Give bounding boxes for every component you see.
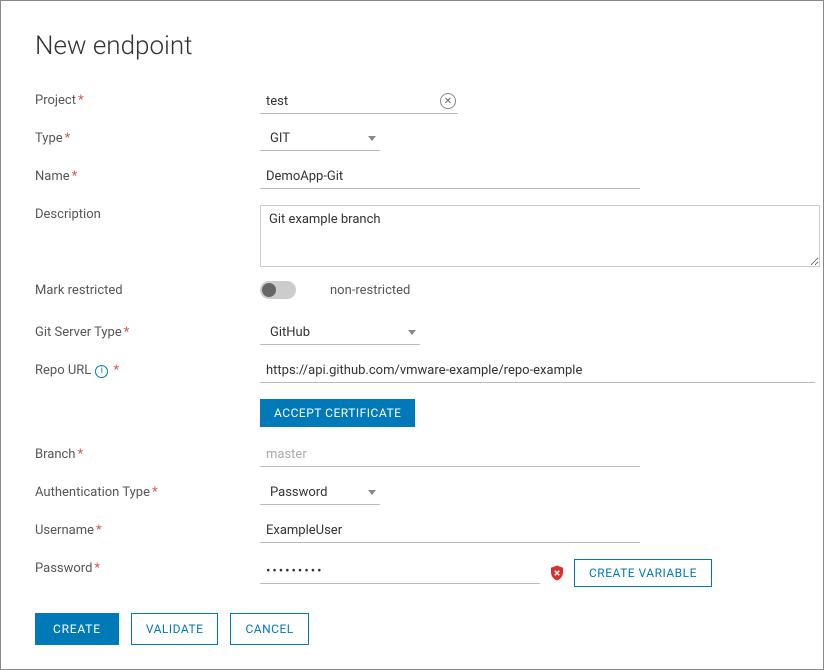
password-label: Password* bbox=[35, 559, 260, 576]
create-button[interactable]: CREATE bbox=[35, 613, 119, 645]
clear-icon[interactable]: ✕ bbox=[440, 93, 456, 109]
info-icon[interactable]: i bbox=[95, 365, 108, 378]
restricted-toggle[interactable] bbox=[260, 281, 296, 299]
repo-url-label: Repo URLi * bbox=[35, 361, 260, 379]
username-input[interactable] bbox=[260, 521, 640, 543]
chevron-down-icon bbox=[368, 136, 376, 141]
chevron-down-icon bbox=[408, 330, 416, 335]
cancel-button[interactable]: CANCEL bbox=[230, 613, 308, 645]
auth-type-select[interactable]: Password bbox=[260, 483, 380, 505]
validate-button[interactable]: VALIDATE bbox=[131, 613, 219, 645]
create-variable-button[interactable]: CREATE VARIABLE bbox=[574, 559, 712, 587]
toggle-knob bbox=[262, 283, 276, 297]
restricted-status-text: non-restricted bbox=[330, 283, 410, 298]
type-label: Type* bbox=[35, 129, 260, 146]
dialog-title: New endpoint bbox=[35, 31, 789, 61]
username-label: Username* bbox=[35, 521, 260, 538]
name-label: Name* bbox=[35, 167, 260, 184]
new-endpoint-dialog: New endpoint Project* ✕ Type* GIT Name* bbox=[0, 0, 824, 670]
password-input[interactable] bbox=[260, 562, 540, 584]
branch-input[interactable] bbox=[260, 445, 640, 467]
shield-warning-icon bbox=[548, 564, 566, 582]
description-label: Description bbox=[35, 205, 260, 222]
project-label: Project* bbox=[35, 91, 260, 108]
repo-url-input[interactable] bbox=[260, 361, 815, 383]
auth-type-label: Authentication Type* bbox=[35, 483, 260, 500]
project-input[interactable] bbox=[266, 94, 440, 109]
git-server-type-label: Git Server Type* bbox=[35, 323, 260, 340]
git-server-type-select[interactable]: GitHub bbox=[260, 323, 420, 345]
chevron-down-icon bbox=[368, 490, 376, 495]
type-select[interactable]: GIT bbox=[260, 129, 380, 151]
branch-label: Branch* bbox=[35, 445, 260, 462]
mark-restricted-label: Mark restricted bbox=[35, 281, 260, 298]
project-input-wrap[interactable]: ✕ bbox=[260, 91, 458, 114]
description-textarea[interactable] bbox=[260, 205, 820, 267]
name-input[interactable] bbox=[260, 167, 640, 189]
accept-certificate-button[interactable]: ACCEPT CERTIFICATE bbox=[260, 399, 415, 427]
dialog-actions: CREATE VALIDATE CANCEL bbox=[35, 613, 309, 645]
